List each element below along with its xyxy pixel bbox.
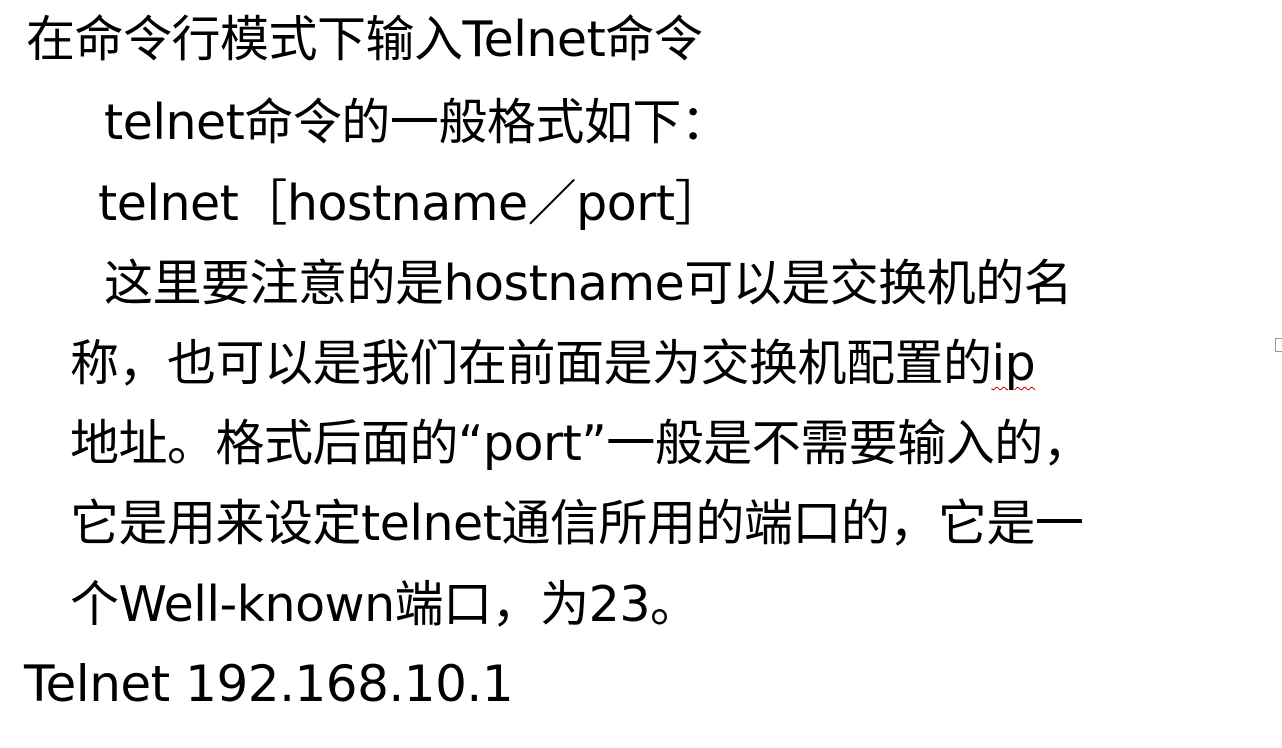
ip-word-spellcheck: ip: [991, 335, 1036, 392]
note-line-3: 地址。格式后面的“port”一般是不需要输入的，: [70, 415, 1092, 472]
note-line-1: 这里要注意的是hostname可以是交换机的名: [104, 255, 1073, 312]
example-command-line: Telnet 192.168.10.1: [24, 655, 514, 713]
note-line-4: 它是用来设定telnet通信所用的端口的，它是一: [70, 495, 1084, 552]
note-line-2: 称，也可以是我们在前面是为交换机配置的ip: [70, 334, 1036, 394]
heading-line: 在命令行模式下输入Telnet命令: [26, 11, 703, 68]
format-intro-line: telnet命令的一般格式如下：: [104, 94, 730, 151]
note-line-5: 个Well-known端口，为23。: [70, 576, 699, 633]
edge-marker: [1275, 338, 1282, 352]
command-syntax-line: telnet［hostname／port］: [98, 175, 724, 232]
document-page: 在命令行模式下输入Telnet命令 telnet命令的一般格式如下： telne…: [0, 0, 1282, 748]
note-line-2-text: 称，也可以是我们在前面是为交换机配置的: [70, 335, 992, 392]
